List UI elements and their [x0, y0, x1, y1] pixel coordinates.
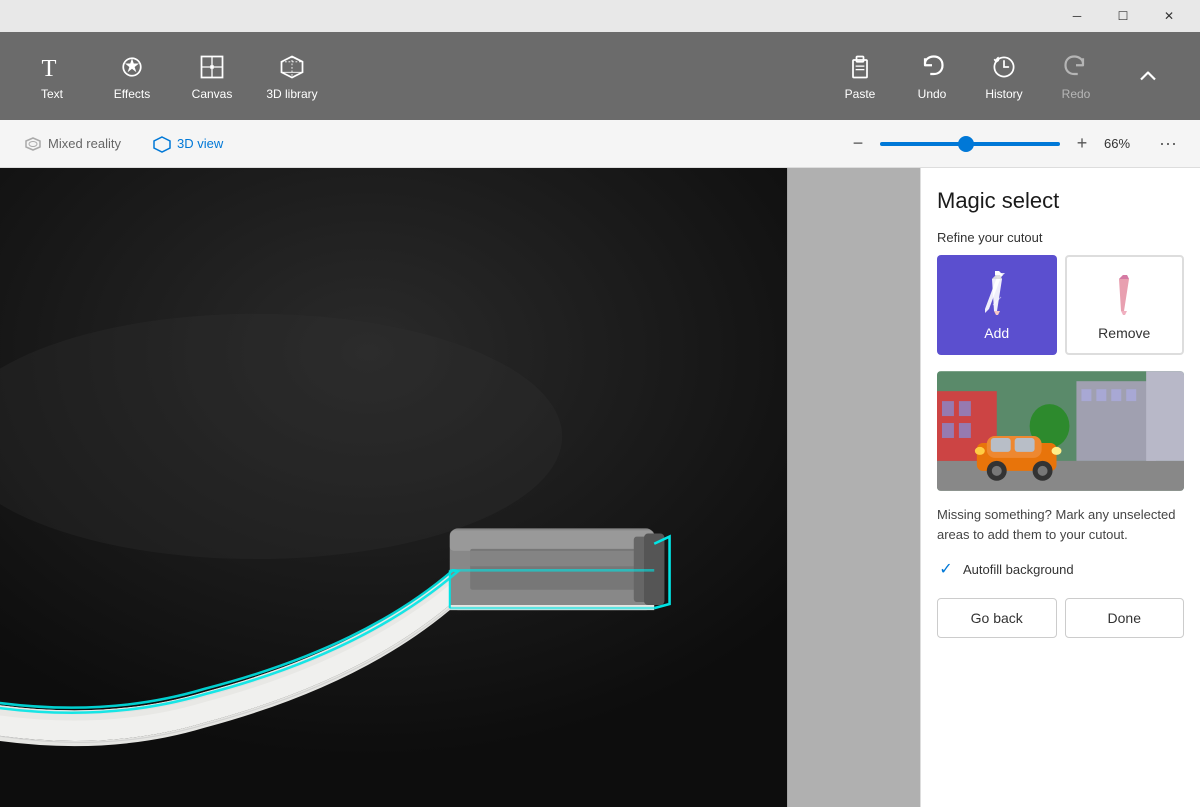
- minimize-button[interactable]: ─: [1054, 0, 1100, 32]
- zoom-slider[interactable]: [880, 142, 1060, 146]
- autofill-row[interactable]: ✓ Autofill background: [937, 560, 1184, 578]
- 3dview-icon: [153, 135, 171, 153]
- maximize-button[interactable]: ☐: [1100, 0, 1146, 32]
- 3d-view-button[interactable]: 3D view: [145, 131, 231, 157]
- panel-title: Magic select: [937, 188, 1184, 214]
- preview-image: [937, 371, 1184, 491]
- title-bar: ─ ☐ ✕: [0, 0, 1200, 32]
- add-button-label: Add: [984, 325, 1009, 341]
- done-button[interactable]: Done: [1065, 598, 1185, 638]
- remove-button[interactable]: Remove: [1065, 255, 1185, 355]
- autofill-checkbox[interactable]: ✓: [937, 560, 955, 578]
- toolbar-item-collapse[interactable]: [1112, 40, 1184, 112]
- action-buttons-group: Go back Done: [937, 598, 1184, 638]
- remove-pencil-icon: [1106, 269, 1142, 317]
- undo-label: Undo: [918, 87, 947, 101]
- paste-label: Paste: [845, 87, 876, 101]
- refine-buttons-group: Add Remove: [937, 255, 1184, 355]
- zoom-out-button[interactable]: −: [844, 130, 872, 158]
- autofill-label: Autofill background: [963, 562, 1074, 577]
- toolbar-item-history[interactable]: History: [968, 40, 1040, 112]
- history-label: History: [985, 87, 1022, 101]
- text-icon: T: [36, 51, 68, 83]
- close-button[interactable]: ✕: [1146, 0, 1192, 32]
- zoom-slider-thumb: [958, 136, 974, 152]
- 3d-view-label: 3D view: [177, 136, 223, 151]
- zoom-controls: − + 66% ···: [844, 128, 1184, 160]
- refine-section-label: Refine your cutout: [937, 230, 1184, 245]
- right-panel: Magic select Refine your cutout Add: [920, 168, 1200, 807]
- svg-text:T: T: [42, 55, 57, 81]
- 3dlibrary-icon: [276, 51, 308, 83]
- add-pencil-icon: [979, 269, 1015, 317]
- add-button[interactable]: Add: [937, 255, 1057, 355]
- toolbar-text-label: Text: [41, 87, 63, 101]
- toolbar-item-text[interactable]: T Text: [16, 40, 88, 112]
- toolbar-item-effects[interactable]: Effects: [96, 40, 168, 112]
- main-area: Magic select Refine your cutout Add: [0, 168, 1200, 807]
- undo-icon: [916, 51, 948, 83]
- canvas-area[interactable]: [0, 168, 920, 807]
- toolbar-canvas-label: Canvas: [192, 87, 233, 101]
- toolbar-item-canvas[interactable]: Canvas: [176, 40, 248, 112]
- mixed-reality-label: Mixed reality: [48, 136, 121, 151]
- cutout-preview: [937, 371, 1184, 491]
- main-toolbar: T Text Effects Canvas: [0, 32, 1200, 120]
- zoom-in-button[interactable]: +: [1068, 130, 1096, 158]
- canvas-icon: [196, 51, 228, 83]
- toolbar-item-redo[interactable]: Redo: [1040, 40, 1112, 112]
- toolbar-3dlibrary-label: 3D library: [266, 87, 317, 101]
- toolbar-item-3dlibrary[interactable]: 3D library: [256, 40, 328, 112]
- toolbar-right-group: Paste Undo History: [824, 40, 1184, 112]
- paste-icon: [844, 51, 876, 83]
- redo-icon: [1060, 51, 1092, 83]
- mixed-reality-button[interactable]: Mixed reality: [16, 131, 129, 157]
- canvas-drawing: [0, 168, 920, 807]
- toolbar-item-undo[interactable]: Undo: [896, 40, 968, 112]
- history-icon: [988, 51, 1020, 83]
- go-back-button[interactable]: Go back: [937, 598, 1057, 638]
- toolbar-effects-label: Effects: [114, 87, 150, 101]
- more-options-button[interactable]: ···: [1152, 128, 1184, 160]
- zoom-percent-display: 66%: [1104, 136, 1144, 151]
- toolbar-item-paste[interactable]: Paste: [824, 40, 896, 112]
- remove-button-label: Remove: [1098, 325, 1150, 341]
- redo-label: Redo: [1062, 87, 1091, 101]
- info-text: Missing something? Mark any unselected a…: [937, 505, 1184, 544]
- effects-icon: [116, 51, 148, 83]
- secondary-toolbar: Mixed reality 3D view − + 66% ···: [0, 120, 1200, 168]
- collapse-icon: [1132, 60, 1164, 92]
- mixed-reality-icon: [24, 135, 42, 153]
